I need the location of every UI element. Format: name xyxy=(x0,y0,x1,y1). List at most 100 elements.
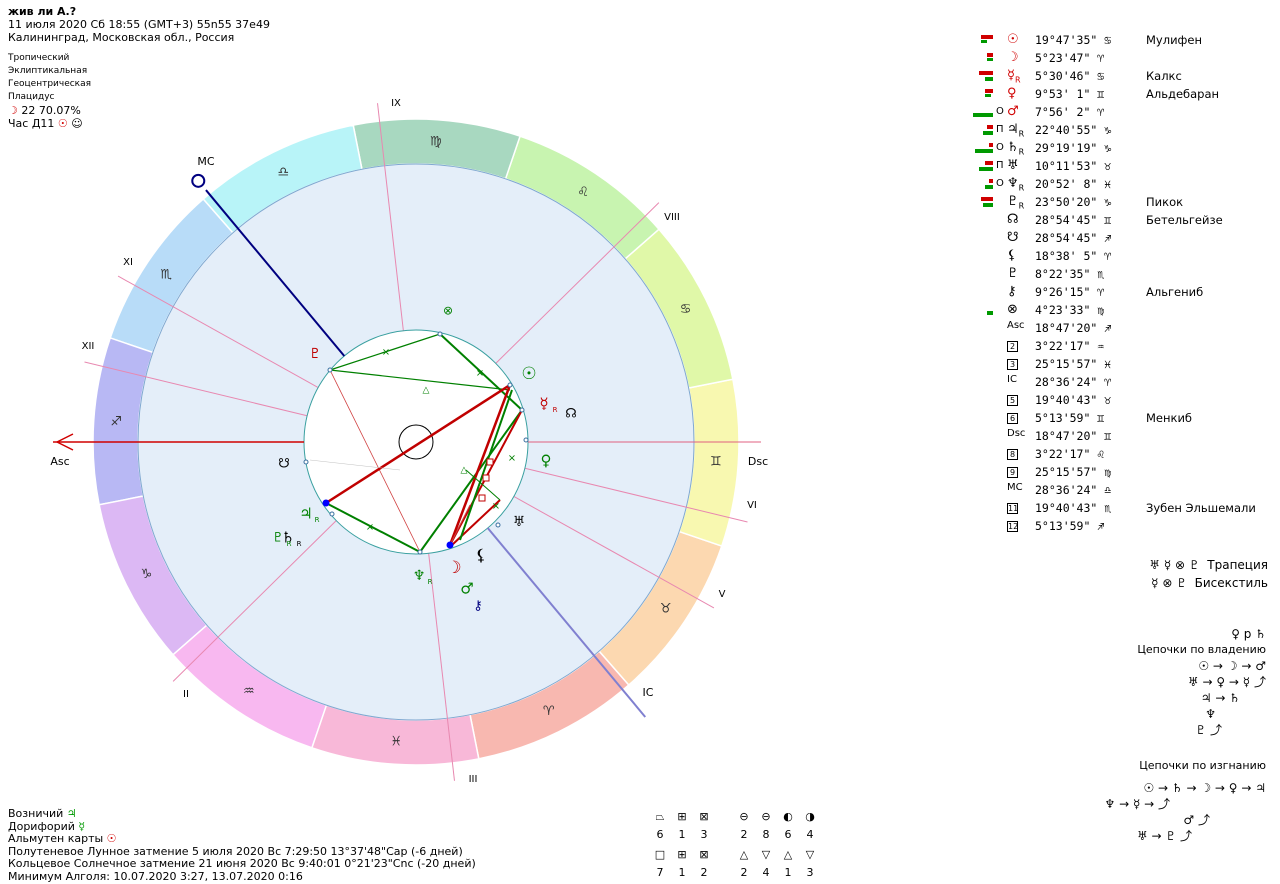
jupiter-icon: ♃ xyxy=(66,807,77,820)
mc-icon xyxy=(191,173,206,188)
mercury-icon-retro: R xyxy=(553,406,558,414)
aspect-symbol: △ xyxy=(739,848,749,861)
dignity-bars xyxy=(955,305,993,317)
dignity-mark: О xyxy=(996,178,1004,189)
house-number-label: IX xyxy=(391,98,401,109)
planet-row: 12 5°13'59" ♐ xyxy=(955,518,1275,536)
algol-minimum-info: Минимум Алголя: 10.07.2020 3:27, 13.07.2… xyxy=(8,869,303,883)
planet-position: 20°52' 8" ♓ xyxy=(1035,177,1112,191)
planet-row: П ♅ 10°11'53" ♉ xyxy=(955,158,1275,176)
cusp-point xyxy=(327,367,333,373)
aspect-symbol: ◐ xyxy=(783,810,793,823)
neptune-icon-retro: R xyxy=(428,578,433,586)
aspect-count: 1 xyxy=(784,866,792,879)
planet-row: ☿R 5°30'46" ♋ Калкс xyxy=(955,68,1275,86)
aspect-symbol: △ xyxy=(783,848,793,861)
aspect-count: 1 xyxy=(678,866,686,879)
rule-line: ♇ ⤴ xyxy=(1195,723,1222,737)
planet-glyph: 5 xyxy=(1007,392,1033,407)
cusp-point xyxy=(507,382,513,388)
cusp-point xyxy=(437,331,443,337)
aspect-count: 3 xyxy=(806,866,814,879)
planet-glyph: ⊗ xyxy=(1007,302,1018,317)
trapeze-row: ♅ ☿ ⊗ ♇ Трапеция xyxy=(1088,556,1268,574)
planet-position: 29°19'19" ♑ xyxy=(1035,141,1112,155)
planet-position: 9°26'15" ♈ xyxy=(1035,285,1105,299)
planet-glyph: ♀ xyxy=(1007,86,1017,101)
dignity-bars xyxy=(955,521,993,533)
trine-marker: △ xyxy=(423,386,430,396)
planet-row: ♇R 23°50'20" ♑ Пикок xyxy=(955,194,1275,212)
planet-position: 18°38' 5" ♈ xyxy=(1035,249,1112,263)
aspect-symbol: ⊠ xyxy=(699,848,709,861)
planet-row: ☽ 5°23'47" ♈ xyxy=(955,50,1275,68)
aspect-count: 8 xyxy=(762,828,770,841)
aspect-count: 4 xyxy=(806,828,814,841)
aspect-symbol: ⊖ xyxy=(761,810,771,823)
planet-glyph: 3 xyxy=(1007,356,1033,371)
aspect-symbol: ⊞ xyxy=(677,848,687,861)
planet-position: 25°15'57" ♓ xyxy=(1035,357,1112,371)
planet-row: Asc 18°47'20" ♐ xyxy=(955,320,1275,338)
planet-position: 28°54'45" ♊ xyxy=(1035,213,1112,227)
dignity-bars xyxy=(955,233,993,245)
dignity-bars xyxy=(955,161,993,173)
zodiac-sign-icon: ♏ xyxy=(160,267,172,282)
planet-position: 19°47'35" ♋ xyxy=(1035,33,1112,47)
dignity-bars xyxy=(955,503,993,515)
dignity-bars xyxy=(955,107,993,119)
planet-position: 3°22'17" ♌ xyxy=(1035,447,1105,461)
zodiac-sign-icon: ♉ xyxy=(660,602,672,617)
zodiac-sign-icon: ♋ xyxy=(680,302,692,317)
aspect-count: 6 xyxy=(784,828,792,841)
planet-glyph: IC xyxy=(1007,374,1017,385)
planet-glyph: ♇ xyxy=(1007,266,1019,281)
rulership-chains: ♀ р ♄ Цепочки по владению ☉ → ☽ → ♂ ♅ → … xyxy=(1100,626,1266,738)
planet-position: 28°54'45" ♐ xyxy=(1035,231,1112,245)
saturn-icon-retro: R xyxy=(297,540,302,548)
planet-glyph: ☿R xyxy=(1007,68,1021,85)
planet-row: 11 19°40'43" ♏ Зубен Эльшемали xyxy=(955,500,1275,518)
planet-glyph: ⚸ xyxy=(1007,248,1017,263)
fixed-star: Бетельгейзе xyxy=(1146,213,1223,227)
fortune-icon: ⊗ xyxy=(443,304,453,318)
fixed-star: Менкиб xyxy=(1146,411,1193,425)
fixed-star: Калкс xyxy=(1146,69,1182,83)
house-number-label: XII xyxy=(82,341,95,352)
zodiac-sign-icon: ♍ xyxy=(430,135,442,150)
dignity-bars xyxy=(955,431,993,443)
natal-wheel: ♈♉♊♋♌♍♎♏♐♑♒♓Asc DscMCICXIIXIIXVIIIVIVIIII… xyxy=(50,98,768,785)
aspect-symbol: ⊖ xyxy=(739,810,749,823)
ic-label: IC xyxy=(643,686,654,699)
planet-position: 10°11'53" ♉ xyxy=(1035,159,1112,173)
zodiac-sign-icon: ♒ xyxy=(243,684,255,699)
aspect-node-dot xyxy=(446,541,454,549)
dignity-bars xyxy=(955,71,993,83)
zodiac-sign-icon: ♎ xyxy=(277,165,289,180)
planet-row: ☉ 19°47'35" ♋ Мулифен xyxy=(955,32,1275,50)
aspect-symbol: ▽ xyxy=(761,848,771,861)
uranus-icon: ♅ xyxy=(513,514,526,530)
planet-position: 5°13'59" ♐ xyxy=(1035,519,1105,533)
planet-row: ☊ 28°54'45" ♊ Бетельгейзе xyxy=(955,212,1275,230)
house-number-label: V xyxy=(719,589,726,600)
aspect-count: 4 xyxy=(762,866,770,879)
planet-glyph: ☉ xyxy=(1007,32,1019,47)
voznich-label: Возничий xyxy=(8,807,64,820)
house-number-label: VI xyxy=(747,500,757,511)
planet-glyph: 9 xyxy=(1007,464,1033,479)
bisextile-row: ☿ ⊗ ♇ Бисекстиль xyxy=(1088,574,1268,592)
dignity-bars xyxy=(955,215,993,227)
dignity-bars xyxy=(955,287,993,299)
aspect-count-grid: ⏢ ⊞ ⊠ ⊖ ⊖ ◐ ◑ 6 1 3 2 8 6 4 □ ⊞ ⊠ △ ▽ △ ▽ 7 1 2 2 4 1 3 xyxy=(650,810,830,880)
zodiac-sign-icon: ♓ xyxy=(390,734,402,749)
dignity-bars xyxy=(955,125,993,137)
dignity-mark: О xyxy=(996,106,1004,117)
aspect-square-marker xyxy=(486,458,494,466)
cusp-point xyxy=(303,459,309,465)
planet-glyph: ♄R xyxy=(1007,140,1025,157)
planet-glyph: 8 xyxy=(1007,446,1033,461)
planet-glyph: ♃R xyxy=(1007,122,1025,139)
mars-icon: ♂ xyxy=(460,580,473,598)
planet-position: 18°47'20" ♐ xyxy=(1035,321,1112,335)
